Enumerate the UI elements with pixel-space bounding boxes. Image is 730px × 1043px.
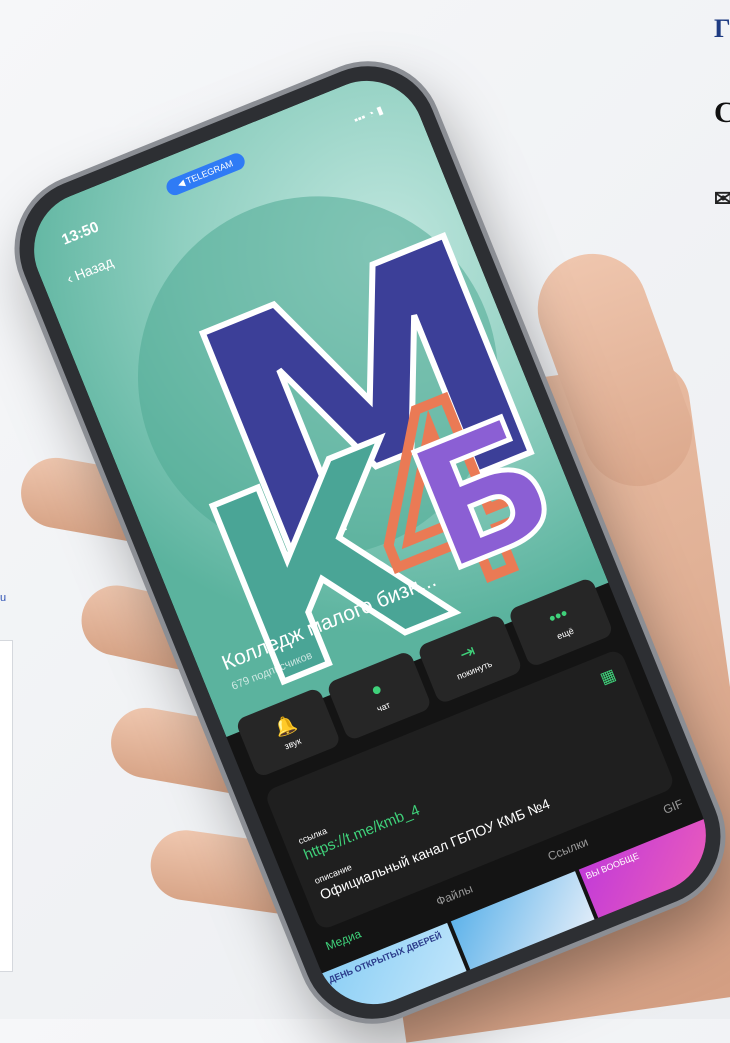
qr-code-icon[interactable]: ▦ — [597, 665, 619, 689]
bell-icon: 🔔 — [271, 712, 300, 740]
page-title-fragment: Г — [714, 14, 730, 43]
mail-icon: ✉ — [714, 186, 730, 211]
chat-icon: ● — [367, 677, 386, 701]
chat-label: чат — [375, 699, 392, 715]
tab-gif[interactable]: GIF — [661, 796, 685, 816]
leave-label: покинуть — [455, 658, 494, 682]
more-label: ещё — [555, 625, 576, 642]
page-frame-fragment — [0, 640, 13, 972]
tab-links[interactable]: Ссылки — [546, 835, 590, 864]
page-heading-fragment: С — [714, 96, 730, 129]
status-time: 13:50 — [59, 218, 102, 249]
status-indicators: ▪▪▪ ◔ ▮ — [352, 104, 386, 127]
tab-files[interactable]: Файлы — [434, 881, 475, 908]
sound-label: звук — [282, 735, 303, 752]
back-label: Назад — [72, 253, 116, 284]
more-icon: ••• — [545, 603, 571, 629]
leave-icon: ⇥ — [456, 640, 479, 665]
telegram-pill[interactable]: ◀ TELEGRAM — [163, 150, 248, 198]
tab-media[interactable]: Медиа — [324, 926, 363, 953]
page-link-fragment: u — [0, 592, 7, 604]
back-button[interactable]: ‹ Назад — [64, 254, 115, 287]
